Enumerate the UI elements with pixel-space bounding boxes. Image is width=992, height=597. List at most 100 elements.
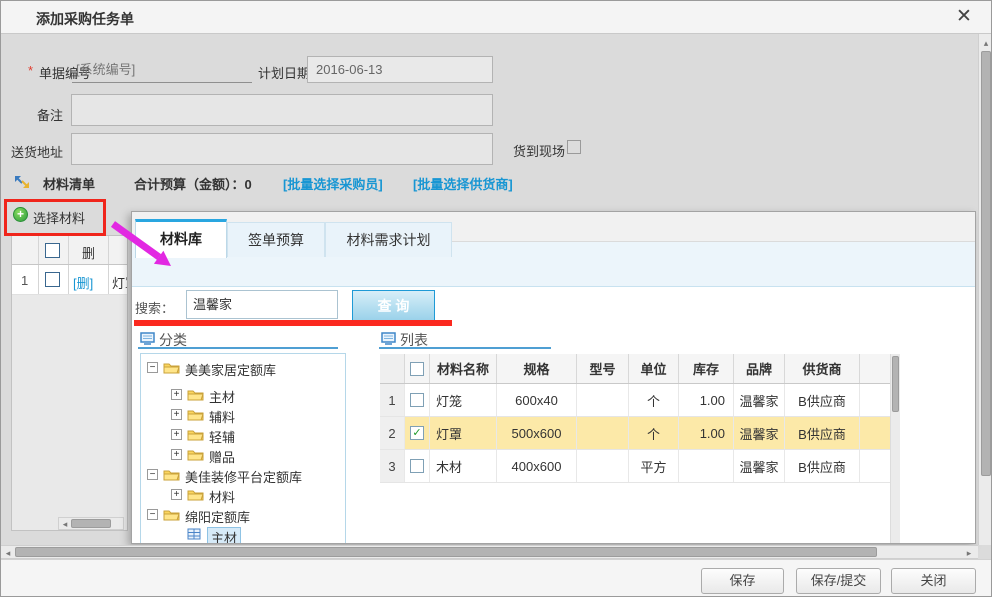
cell-supplier: B供应商 — [785, 450, 860, 482]
cell-stock — [679, 450, 734, 482]
search-label: 搜索： — [135, 298, 174, 317]
tab-material-library[interactable]: 材料库 — [135, 219, 227, 258]
close-icon[interactable]: ✕ — [951, 5, 977, 29]
batch-select-supplier-link[interactable]: [批量选择供货商] — [413, 174, 513, 193]
grid-h-scrollbar[interactable]: ◂ — [58, 517, 124, 530]
scrollbar-thumb[interactable] — [15, 547, 877, 557]
cell-spec: 500x600 — [497, 417, 577, 449]
expand-icon[interactable]: + — [171, 409, 182, 420]
search-input[interactable]: 温馨家 — [186, 290, 338, 319]
cell-name: 木材 — [430, 450, 497, 482]
folder-icon — [187, 408, 204, 421]
tree-node[interactable]: + 轻辅 — [141, 426, 346, 446]
tree-node[interactable]: + 主材 — [141, 386, 346, 406]
tree-node-label[interactable]: 辅料 — [209, 407, 235, 426]
save-button[interactable]: 保存 — [701, 568, 784, 594]
row-checkbox[interactable] — [410, 393, 424, 407]
tree-node[interactable]: + 辅料 — [141, 406, 346, 426]
tree-node-label[interactable]: 美佳装修平台定额库 — [185, 467, 302, 486]
col-header-unit[interactable]: 单位 — [629, 354, 679, 383]
table-row-selected[interactable]: 2 ✓ 灯罩 500x600 个 1.00 温馨家 B供应商 — [380, 417, 890, 450]
required-mark: * — [28, 63, 33, 78]
row-checkbox[interactable] — [45, 272, 60, 287]
tab-material-demand-plan[interactable]: 材料需求计划 — [325, 222, 452, 257]
tree-node-label[interactable]: 轻辅 — [209, 427, 235, 446]
row-delete-link[interactable]: [删] — [73, 273, 93, 292]
expand-icon[interactable]: + — [171, 429, 182, 440]
category-underline — [138, 347, 338, 349]
tree-node[interactable]: − 美美家居定额库 — [141, 359, 346, 379]
save-submit-button[interactable]: 保存/提交 — [796, 568, 881, 594]
batch-select-buyer-link[interactable]: [批量选择采购员] — [283, 174, 383, 193]
expand-icon[interactable]: + — [171, 489, 182, 500]
cell-brand: 温馨家 — [734, 450, 785, 482]
tree-node-label[interactable]: 美美家居定额库 — [185, 360, 276, 379]
grid-header-row: 删 — [12, 236, 128, 265]
col-header-model[interactable]: 型号 — [577, 354, 629, 383]
tree-node-label[interactable]: 材料 — [209, 487, 235, 506]
address-input[interactable] — [71, 133, 493, 165]
row-checkbox[interactable] — [410, 459, 424, 473]
scrollbar-thumb[interactable] — [981, 51, 991, 476]
doc-no-field[interactable]: [系统编号] — [72, 57, 252, 83]
tree-node[interactable]: − 绵阳定额库 — [141, 506, 346, 526]
scroll-left-icon[interactable]: ◂ — [60, 518, 70, 530]
main-v-scrollbar[interactable]: ▴ — [978, 34, 992, 545]
main-h-scrollbar[interactable]: ◂ ▸ — [1, 545, 978, 559]
scrollbar-thumb[interactable] — [892, 356, 899, 412]
expand-icon[interactable]: + — [171, 449, 182, 460]
collapse-icon[interactable]: − — [147, 469, 158, 480]
check-icon: ✓ — [411, 427, 423, 440]
category-icon — [140, 332, 155, 345]
scroll-right-icon[interactable]: ▸ — [964, 547, 974, 559]
select-all-checkbox[interactable] — [410, 362, 424, 376]
folder-icon — [187, 428, 204, 441]
cell-name: 灯笼 — [430, 384, 497, 416]
remark-label: 备注 — [37, 105, 63, 124]
table-row[interactable]: 3 木材 400x600 平方 温馨家 B供应商 — [380, 450, 890, 483]
tree-node[interactable]: − 美佳装修平台定额库 — [141, 466, 346, 486]
tree-node[interactable]: + 材料 — [141, 486, 346, 506]
tree-node-label[interactable]: 绵阳定额库 — [185, 507, 250, 526]
select-all-checkbox[interactable] — [45, 243, 60, 258]
query-button[interactable]: 查 询 — [352, 290, 435, 323]
table-header-row: 材料名称 规格 型号 单位 库存 品牌 供货商 — [380, 354, 890, 384]
plan-date-input[interactable]: 2016-06-13 — [307, 56, 493, 83]
col-header-stock[interactable]: 库存 — [679, 354, 734, 383]
tree-node-label[interactable]: 主材 — [209, 387, 235, 406]
col-header-brand[interactable]: 品牌 — [734, 354, 785, 383]
collapse-icon[interactable]: − — [147, 509, 158, 520]
col-header-name[interactable]: 材料名称 — [430, 354, 497, 383]
table-icon — [187, 528, 201, 540]
scrollbar-thumb[interactable] — [71, 519, 111, 528]
collapse-icon[interactable]: − — [147, 362, 158, 373]
select-material-button[interactable]: + 选择材料 — [13, 207, 105, 224]
table-row[interactable]: 1 灯笼 600x40 个 1.00 温馨家 B供应商 — [380, 384, 890, 417]
tree-node-label[interactable]: 赠品 — [209, 447, 235, 466]
tab-contract-budget[interactable]: 签单预算 — [227, 222, 325, 257]
add-icon: + — [13, 207, 28, 222]
scroll-left-icon[interactable]: ◂ — [3, 547, 13, 559]
cell-supplier: B供应商 — [785, 384, 860, 416]
close-button[interactable]: 关闭 — [891, 568, 976, 594]
remark-input[interactable] — [71, 94, 493, 126]
row-checkbox-checked[interactable]: ✓ — [410, 426, 424, 440]
col-header-spec[interactable]: 规格 — [497, 354, 577, 383]
col-header-supplier[interactable]: 供货商 — [785, 354, 860, 383]
cell-supplier: B供应商 — [785, 417, 860, 449]
scroll-up-icon[interactable]: ▴ — [981, 37, 991, 49]
list-v-scrollbar[interactable] — [890, 354, 900, 544]
plan-date-label: 计划日期 — [258, 63, 310, 82]
address-label: 送货地址 — [11, 142, 63, 161]
row-index: 1 — [21, 273, 28, 288]
arrive-site-checkbox[interactable] — [567, 140, 581, 154]
grid-row[interactable]: 1 [删] 灯罩 — [12, 265, 128, 295]
expand-icon[interactable]: + — [171, 389, 182, 400]
cell-model — [577, 417, 629, 449]
folder-icon — [187, 388, 204, 401]
tree-node-selected[interactable]: 主材 — [141, 526, 346, 544]
tree-node-label[interactable]: 主材 — [207, 527, 241, 544]
cell-brand: 温馨家 — [734, 384, 785, 416]
cell-stock: 1.00 — [679, 384, 734, 416]
tree-node[interactable]: + 赠品 — [141, 446, 346, 466]
